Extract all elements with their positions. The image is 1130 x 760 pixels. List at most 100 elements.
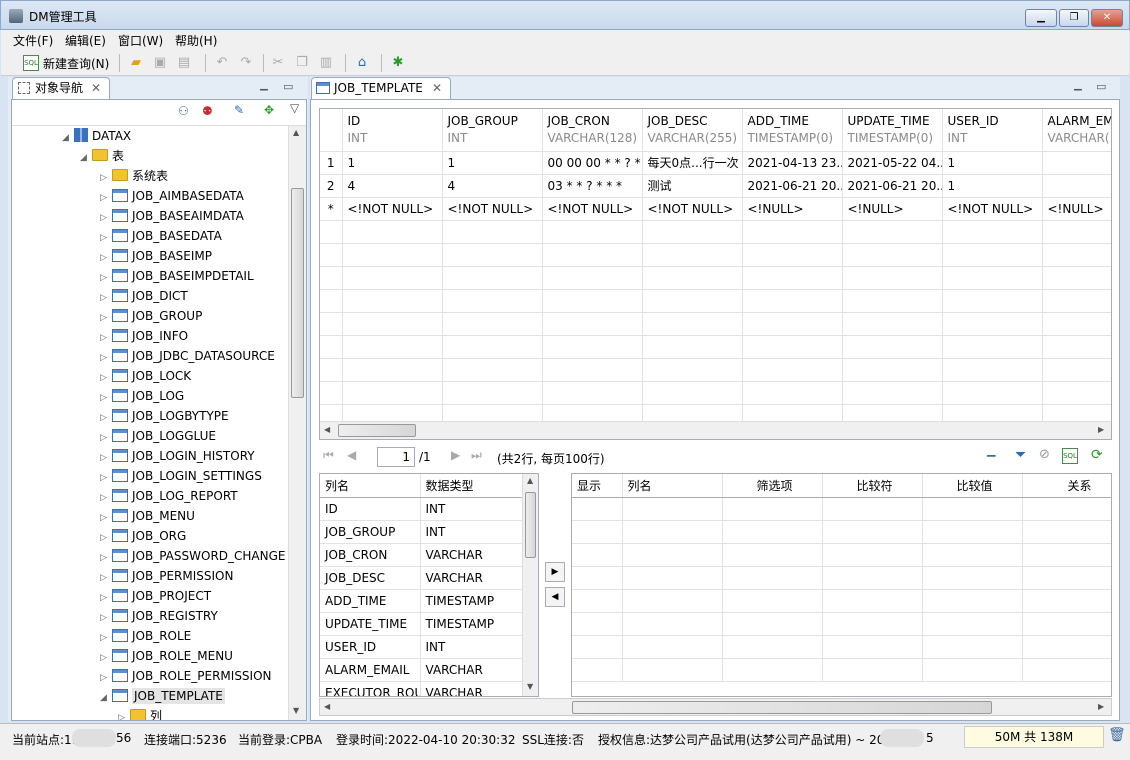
grid-cell[interactable] [942,220,1043,244]
list-item[interactable]: UPDATE_TIME TIMESTAMP [320,612,523,636]
open-folder-icon[interactable]: ▰ [127,54,145,72]
grid-cell[interactable] [942,335,1043,359]
grid-cell[interactable] [842,266,943,290]
grid-cell[interactable] [722,612,823,636]
tree-table-item[interactable]: ◢ JOB_TEMPLATE [100,686,225,706]
filter-grid-header[interactable]: 筛选项 [722,474,823,498]
first-page-icon[interactable]: ⏮ [323,448,334,463]
tree-node-columns[interactable]: ▷ 列 [118,706,162,720]
filter-grid-header[interactable]: 关系 [1022,474,1111,498]
list-item[interactable]: USER_ID INT [320,635,523,659]
grid-cell[interactable]: 4 [442,174,543,198]
grid-cell[interactable] [922,589,1023,613]
grid-cell[interactable] [842,335,943,359]
grid-cell[interactable]: <!NOT NULL> [342,197,443,221]
tree-table-item[interactable]: ▷ JOB_BASEIMPDETAIL [100,266,254,286]
grid-cell[interactable] [642,289,743,313]
maximize-view-icon[interactable]: ▭ [283,80,293,93]
grid-cell[interactable] [572,566,623,590]
collapsed-arrow-icon[interactable]: ▷ [100,368,112,388]
column-header[interactable]: USER_ID INT [942,109,1043,152]
grid-cell[interactable]: 1 [342,151,443,175]
collapsed-arrow-icon[interactable]: ▷ [100,248,112,268]
grid-cell[interactable] [542,266,643,290]
table-row[interactable] [320,312,1111,336]
table-row[interactable] [572,589,1111,613]
grid-cell[interactable]: 1 [442,151,543,175]
tree-table-item[interactable]: ▷ JOB_BASEAIMDATA [100,206,244,226]
grid-cell[interactable] [942,358,1043,382]
disconnect-icon[interactable]: ⚉ [202,104,213,118]
grid-cell[interactable] [572,543,623,567]
grid-cell[interactable] [722,589,823,613]
filter-grid-header[interactable]: 比较符 [822,474,923,498]
home-icon[interactable]: ⌂ [353,54,371,72]
grid-cell[interactable]: 每天0点...行一次 [642,151,743,175]
grid-cell[interactable]: <!NULL> [1042,197,1111,221]
grid-cell[interactable] [622,520,723,544]
page-input[interactable]: 1 [377,447,415,467]
grid-cell[interactable] [622,543,723,567]
collapsed-arrow-icon[interactable]: ▷ [100,328,112,348]
row-number[interactable] [320,312,343,336]
grid-cell[interactable]: <!NULL> [742,197,843,221]
collapsed-arrow-icon[interactable]: ▷ [100,208,112,228]
collapsed-arrow-icon[interactable]: ▷ [100,408,112,428]
filter-grid-header[interactable]: 列名 [622,474,723,498]
grid-cell[interactable] [622,612,723,636]
tree-table-item[interactable]: ▷ JOB_MENU [100,506,195,526]
table-row[interactable]: 2 4 4 03 * * ? * * * 测试 2021-06-21 20... 2021-… [320,174,1111,198]
scroll-thumb[interactable] [572,701,992,714]
grid-cell[interactable] [922,566,1023,590]
tree-table-item[interactable]: ▷ JOB_PASSWORD_CHANGE [100,546,286,566]
grid-cell[interactable]: <!NOT NULL> [942,197,1043,221]
tree-table-item[interactable]: ▷ JOB_BASEIMP [100,246,212,266]
grid-cell[interactable] [342,312,443,336]
row-number[interactable] [320,358,343,382]
collapsed-arrow-icon[interactable]: ▷ [100,428,112,448]
grid-cell[interactable] [342,358,443,382]
grid-cell[interactable]: <!NULL> [842,197,943,221]
table-row[interactable] [320,335,1111,359]
row-number[interactable]: 2 [320,174,343,198]
scroll-thumb[interactable] [338,424,416,437]
save-icon[interactable]: ▣ [151,54,169,72]
row-number[interactable] [320,335,343,359]
grid-cell[interactable] [942,289,1043,313]
collapsed-arrow-icon[interactable]: ▷ [100,448,112,468]
tab-job-template[interactable]: JOB_TEMPLATE ✕ [311,77,451,99]
grid-cell[interactable] [342,266,443,290]
grid-cell[interactable] [642,266,743,290]
grid-cell[interactable] [822,612,923,636]
minimize-button[interactable]: ▁ [1025,9,1057,27]
new-query-button[interactable]: 新建查询(N) [43,55,109,72]
column-list-header[interactable]: 列名 [320,474,421,498]
collapsed-arrow-icon[interactable]: ▷ [100,388,112,408]
collapsed-arrow-icon[interactable]: ▷ [100,308,112,328]
grid-cell[interactable] [1042,220,1111,244]
collapsed-arrow-icon[interactable]: ▷ [100,188,112,208]
collapsed-arrow-icon[interactable]: ▷ [100,468,112,488]
grid-cell[interactable] [1022,543,1111,567]
collapsed-arrow-icon[interactable]: ▷ [100,648,112,668]
grid-cell[interactable]: 2021-06-21 20... [842,174,943,198]
next-page-icon[interactable]: ▶ [451,448,460,462]
debug-bug-icon[interactable]: ✱ [389,54,407,72]
collapsed-arrow-icon[interactable]: ▷ [100,548,112,568]
cut-icon[interactable]: ✂ [269,54,287,72]
grid-cell[interactable] [922,520,1023,544]
menu-file[interactable]: 文件(F) [13,32,53,49]
grid-cell[interactable] [742,335,843,359]
column-header[interactable]: JOB_DESC VARCHAR(255) [642,109,743,152]
collapsed-arrow-icon[interactable]: ▷ [100,508,112,528]
scroll-thumb[interactable] [525,492,536,558]
column-list-scrollbar[interactable]: ▲ ▼ [522,474,538,696]
list-item[interactable]: JOB_DESC VARCHAR [320,566,523,590]
collapsed-arrow-icon[interactable]: ▷ [100,288,112,308]
collapsed-arrow-icon[interactable]: ▷ [100,348,112,368]
tree-table-item[interactable]: ▷ JOB_LOCK [100,366,191,386]
table-row[interactable] [572,497,1111,521]
tree-table-item[interactable]: ▷ JOB_INFO [100,326,188,346]
collapsed-arrow-icon[interactable]: ▷ [100,488,112,508]
grid-cell[interactable] [822,566,923,590]
